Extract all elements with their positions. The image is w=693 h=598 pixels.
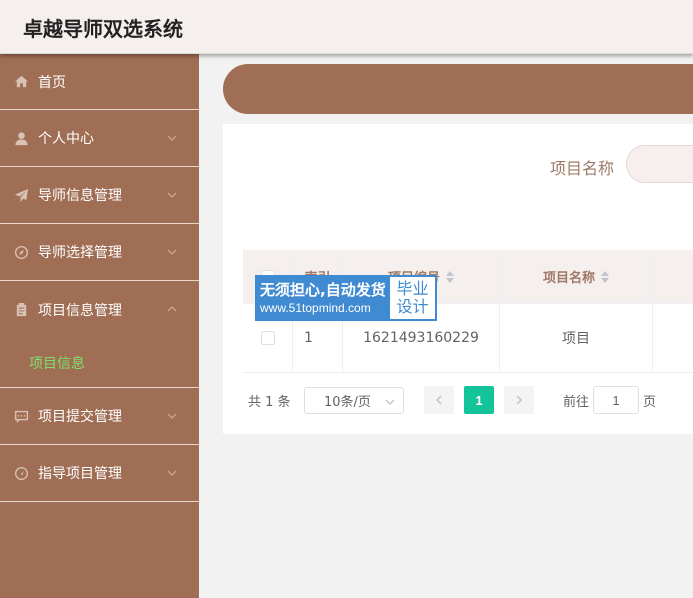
chevron-down-icon	[166, 467, 178, 479]
page-number-button[interactable]: 1	[464, 386, 494, 414]
chevron-down-icon	[166, 246, 178, 258]
home-icon	[13, 74, 29, 90]
sidebar-item-project-submission[interactable]: 项目提交管理	[0, 388, 199, 445]
chevron-left-icon	[435, 395, 442, 405]
chevron-up-icon	[166, 303, 178, 315]
clipboard-icon	[13, 302, 29, 318]
sidebar-item-project-info-management[interactable]: 项目信息管理	[0, 281, 199, 338]
row-checkbox[interactable]	[260, 331, 275, 345]
sidebar-item-label: 项目信息管理	[38, 302, 122, 319]
sidebar-item-label: 首页	[38, 74, 66, 91]
goto-label: 前往	[563, 394, 590, 410]
row-extra	[653, 304, 693, 372]
page-size-select[interactable]: 10条/页	[304, 387, 404, 414]
chevron-right-icon	[516, 395, 523, 405]
sort-icon[interactable]	[601, 270, 609, 283]
sidebar-item-personal-center[interactable]: 个人中心	[0, 110, 199, 167]
search-label: 项目名称	[550, 159, 615, 178]
send-icon	[13, 187, 29, 203]
sidebar-item-label: 导师选择管理	[38, 245, 122, 261]
gauge-icon	[13, 465, 29, 481]
column-header-name[interactable]: 项目名称	[500, 250, 653, 303]
sidebar-item-home[interactable]: 首页	[0, 54, 199, 110]
watermark-badge: 毕业 设计	[388, 275, 437, 321]
sort-icon[interactable]	[446, 270, 454, 283]
user-icon	[13, 130, 29, 146]
sidebar-item-tutor-info[interactable]: 导师信息管理	[0, 167, 199, 224]
row-project-name: 项目	[500, 304, 653, 372]
sidebar-item-guided-projects[interactable]: 指导项目管理	[0, 445, 199, 502]
chevron-down-icon	[385, 396, 395, 406]
app-title: 卓越导师双选系统	[23, 17, 183, 41]
sidebar-item-tutor-selection[interactable]: 导师选择管理	[0, 224, 199, 281]
project-name-search-input[interactable]	[626, 145, 693, 183]
sidebar-item-label: 个人中心	[38, 131, 94, 147]
sidebar-subitem-project-info[interactable]: 项目信息	[0, 338, 199, 388]
goto-page-input[interactable]: 1	[593, 386, 639, 414]
sidebar: 首页 个人中心 导师信息管理 导师选择管理 项目信息管理 项目信息 项目提交管理…	[0, 54, 199, 598]
column-header-extra	[653, 250, 693, 303]
chevron-down-icon	[166, 132, 178, 144]
page-size-value: 10条/页	[324, 395, 371, 410]
sidebar-subitem-label: 项目信息	[29, 355, 85, 372]
chevron-down-icon	[166, 189, 178, 201]
chat-icon	[13, 408, 29, 424]
watermark: 无须担心,自动发货 www.51topmind.com 毕业 设计	[255, 275, 437, 321]
breadcrumb-banner	[223, 64, 693, 114]
sidebar-item-label: 导师信息管理	[38, 188, 122, 204]
sidebar-item-label: 指导项目管理	[38, 466, 122, 482]
compass-icon	[13, 244, 29, 260]
goto-suffix: 页	[643, 394, 657, 410]
prev-page-button[interactable]	[424, 386, 454, 414]
next-page-button[interactable]	[504, 386, 534, 414]
sidebar-item-label: 项目提交管理	[38, 409, 122, 425]
watermark-text: 无须担心,自动发货 www.51topmind.com	[255, 275, 388, 321]
chevron-down-icon	[166, 410, 178, 422]
pagination-total: 共 1 条	[248, 394, 291, 410]
top-header: 卓越导师双选系统	[0, 0, 693, 54]
